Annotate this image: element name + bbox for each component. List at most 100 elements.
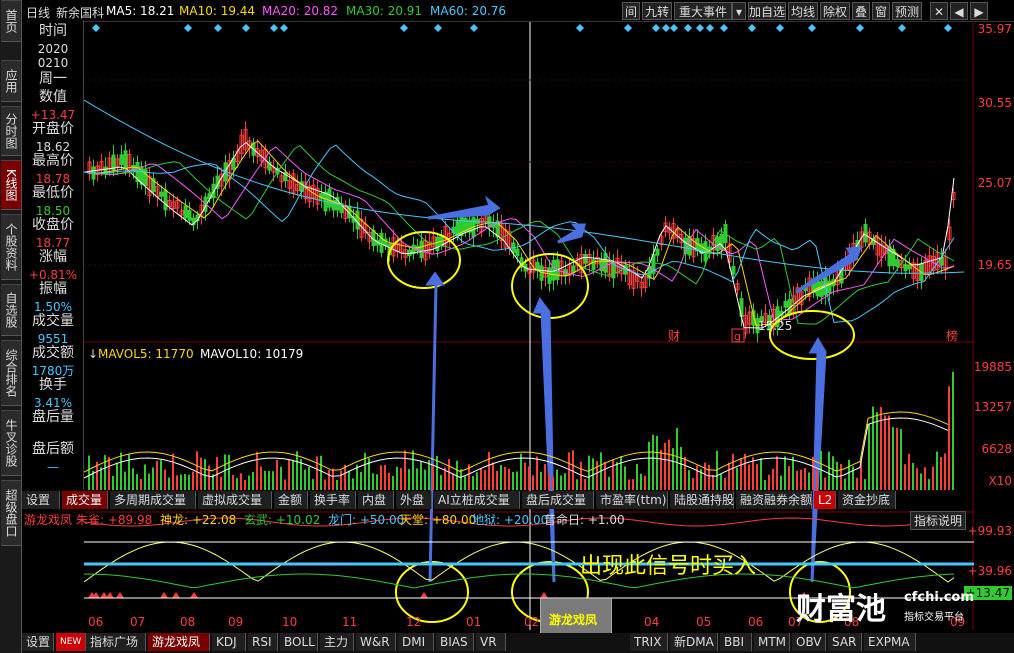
ind-tab-bias[interactable]: BIAS [436,633,474,651]
side-tab-kline[interactable]: K线图 [1,160,21,210]
candle-body [583,254,588,264]
next-icon[interactable]: ▶ [970,2,988,20]
ind-tab-mtm[interactable]: MTM [754,633,790,651]
vol-tab-volume[interactable]: 成交量 [62,491,108,509]
ind-tab-dmi[interactable]: DMI [398,633,434,651]
vol-tab-l2[interactable]: L2 [814,491,836,509]
side-tab-ranking[interactable]: 综合排名 [1,340,21,406]
period-label[interactable]: 日线 [26,4,50,21]
candle-body [863,223,868,243]
buy-marker [420,592,428,598]
vol-tab-ai[interactable]: AI立桩成交量 [434,491,520,509]
side-tab-watchlist[interactable]: 自选股 [1,284,21,336]
zhuque-value: 朱雀: +89.98 [76,513,153,527]
side-tab-watchlist-label: 自选股 [4,292,18,328]
vol-tab-settings[interactable]: 设置 [22,491,60,509]
tag-bang[interactable]: 榜 [946,328,958,343]
kline-chart[interactable]: 财 g 15.25 榜 ↓ MAVOL5: 11770 MAVOL10: 101… [84,22,1014,630]
side-tab-profile[interactable]: 个股资料 [1,214,21,280]
ind-tab-main-force[interactable]: 主力 [320,633,354,651]
vol-tab-hk-connect[interactable]: 陆股通持股 [670,491,734,509]
vol-tab-turnover[interactable]: 换手率 [310,491,356,509]
side-tab-diagnosis-label: 牛叉诊股 [4,419,18,467]
event-markers[interactable] [92,24,952,32]
candle-body [903,264,908,272]
add-watchlist-button[interactable]: 加自选 [748,2,786,20]
vol-tab-virtual[interactable]: 虚拟成交量 [198,491,272,509]
vol-tab-pe[interactable]: 市盈率(ttm) [596,491,668,509]
side-tab-bar: 首页 应用 分时图 K线图 个股资料 自选股 综合排名 牛叉诊股 超级盘口 [0,0,22,653]
jiuzhuan-button[interactable]: 九转 [642,2,672,20]
vol-tab-amount[interactable]: 金额 [274,491,308,509]
tooltip-title: 游龙戏凤 [549,613,598,627]
ind-tab-bbi[interactable]: BBI [720,633,752,651]
tag-cai[interactable]: 财 [668,329,680,343]
events-dropdown-icon[interactable]: ▾ [732,2,746,20]
side-tab-home[interactable]: 首页 [1,0,21,42]
vol-tab-after-hours[interactable]: 盘后成交量 [522,491,594,509]
vol-tab-bottom-fishing[interactable]: 资金抄底 [838,491,896,509]
price-tick: 30.55 [977,96,1012,110]
candle-body [731,266,736,275]
candle-body [603,252,608,273]
low-label: 最低价 [32,185,74,201]
indicator-tabs: 设置 NEW 指标广场 游龙戏凤 KDJ RSI BOLL 主力 W&R DMI… [22,633,1014,653]
ind-tab-obv[interactable]: OBV [792,633,826,651]
low-price-label: 15.25 [758,319,792,333]
forecast-button[interactable]: 预测 [892,2,922,20]
candle-body [539,265,544,281]
month-label: 06 [748,615,763,629]
side-tab-timeshare[interactable]: 分时图 [1,106,21,156]
ind-tab-new-dma[interactable]: 新DMA [670,633,718,651]
interval-button[interactable]: 间 [622,2,640,20]
volume-scale: X10 [988,474,1013,488]
candle-body [163,189,168,211]
window-button[interactable]: 窗 [872,2,890,20]
mavol5-value: MAVOL5: 11770 [98,347,194,361]
exright-button[interactable]: 除权 [820,2,850,20]
watermark-slogan: 指标交易平台 [904,612,964,623]
tag-g[interactable]: g [734,330,741,343]
ind-tab-youlong[interactable]: 游龙戏凤 [148,633,210,651]
side-tab-apps[interactable]: 应用 [1,60,21,102]
buy-marker [172,592,180,598]
prev-icon[interactable]: ◀ [950,2,968,20]
indicator-help-button[interactable]: 指标说明 [910,511,967,530]
ind-tab-expma[interactable]: EXPMA [864,633,916,651]
vol-tab-multi-period[interactable]: 多周期成交量 [110,491,196,509]
tiantang-value: 天堂: +80.00 [400,513,477,527]
buy-marker [190,592,198,598]
after-amount-label: 盘后额 [32,441,74,457]
ma20-value: MA20: 20.82 [262,4,339,18]
buy-marker [116,592,124,598]
side-tab-level2[interactable]: 超级盘口 [1,480,21,546]
overlay-button[interactable]: 叠 [852,2,870,20]
vol-tab-margin[interactable]: 融资融券余额 [736,491,812,509]
vol-tab-inner[interactable]: 内盘 [358,491,394,509]
amplitude-label: 振幅 [39,281,67,297]
ma-line [84,144,955,325]
ind-tab-trix[interactable]: TRIX [630,633,668,651]
ind-tab-vr[interactable]: VR [476,633,506,651]
ind-tab-rsi[interactable]: RSI [248,633,278,651]
new-badge: NEW [56,633,86,651]
month-label: 02 [524,615,539,629]
vol-tab-outer[interactable]: 外盘 [396,491,432,509]
close-icon[interactable]: ✕ [930,2,948,20]
ma-button[interactable]: 均线 [788,2,818,20]
watermark-logo: 财富池 cfchi.com 指标交易平台 [796,584,1008,630]
ind-tick: +39.96 [967,564,1012,578]
major-events-button[interactable]: 重大事件 [674,2,732,20]
ind-tab-plaza[interactable]: 指标广场 [86,633,146,651]
side-tab-diagnosis[interactable]: 牛叉诊股 [1,410,21,476]
data-window: 时间 2020 0210 周一 数值 +13.47 开盘价 18.62 最高价 … [22,20,84,490]
after-volume-label: 盘后量 [32,409,74,425]
ind-tab-boll[interactable]: BOLL [280,633,318,651]
month-label: 07 [130,615,145,629]
candle-body [715,236,720,252]
ind-tab-wr[interactable]: W&R [356,633,396,651]
candle-body [515,248,520,257]
ind-tab-sar[interactable]: SAR [828,633,862,651]
ind-tab-kdj[interactable]: KDJ [212,633,246,651]
ind-tab-settings[interactable]: 设置 [22,633,54,651]
